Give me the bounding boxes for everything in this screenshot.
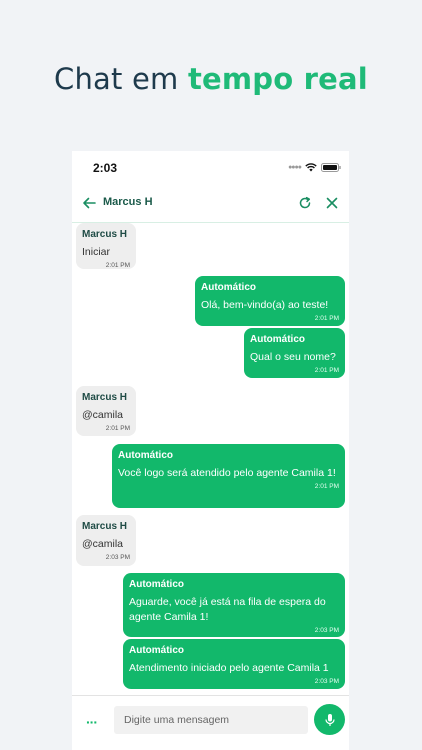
signal-icon: ●●●● <box>288 164 302 171</box>
message-time: 2:01 PM <box>314 483 339 490</box>
message-sender: Automático <box>250 334 305 345</box>
promo-headline: Chat em tempo real <box>0 62 422 96</box>
message-text: Qual o seu nome? <box>250 351 336 363</box>
message-time: 2:03 PM <box>105 554 130 561</box>
status-icons: ●●●● <box>288 163 341 172</box>
message-text: Você logo será atendido pelo agente Cami… <box>118 467 336 479</box>
message-bubble-incoming: Marcus H @camila 2:03 PM <box>76 515 136 566</box>
message-time: 2:03 PM <box>314 627 339 634</box>
message-bubble-outgoing: Automático Olá, bem-vindo(a) ao teste! 2… <box>195 276 345 326</box>
message-time: 2:01 PM <box>314 367 339 374</box>
message-bubble-incoming: Marcus H @camila 2:01 PM <box>76 386 136 436</box>
message-sender: Automático <box>201 282 256 293</box>
message-sender: Automático <box>118 450 173 461</box>
wifi-icon <box>305 163 317 172</box>
refresh-icon[interactable] <box>298 196 312 210</box>
microphone-button[interactable] <box>314 704 345 735</box>
microphone-icon <box>324 713 335 726</box>
battery-icon <box>321 163 341 172</box>
message-time: 2:01 PM <box>105 262 130 269</box>
phone-screen: 2:03 ●●●● Marcus H Marcus H Iniciar 2:01… <box>72 151 349 750</box>
headline-prefix: Chat em <box>54 62 188 96</box>
message-bubble-outgoing: Automático Aguarde, você já está na fila… <box>123 573 345 637</box>
contact-name: Marcus H <box>103 196 153 208</box>
message-sender: Automático <box>129 645 184 656</box>
status-time: 2:03 <box>93 161 118 175</box>
message-text: Atendimento iniciado pelo agente Camila … <box>129 662 329 674</box>
message-bubble-incoming: Marcus H Iniciar 2:01 PM <box>76 223 136 269</box>
message-input[interactable] <box>114 706 308 734</box>
message-bubble-outgoing: Automático Atendimento iniciado pelo age… <box>123 639 345 689</box>
message-text: Iniciar <box>82 246 111 258</box>
back-arrow-icon[interactable] <box>82 196 96 210</box>
status-bar: 2:03 ●●●● <box>72 151 349 185</box>
message-time: 2:01 PM <box>314 315 339 322</box>
headline-accent: tempo real <box>187 62 368 96</box>
message-bubble-outgoing: Automático Você logo será atendido pelo … <box>112 444 345 508</box>
message-time: 2:01 PM <box>105 425 130 432</box>
message-composer: ··· <box>72 695 349 750</box>
message-text: @camila <box>82 409 124 421</box>
message-text: @camila <box>82 538 124 550</box>
message-sender: Marcus H <box>82 392 128 403</box>
chat-header: Marcus H <box>72 185 349 223</box>
message-time: 2:03 PM <box>314 678 339 685</box>
message-sender: Marcus H <box>82 229 128 240</box>
message-text: Aguarde, você já está na fila de espera … <box>129 596 326 623</box>
message-sender: Automático <box>129 579 184 590</box>
close-icon[interactable] <box>325 196 339 210</box>
message-sender: Marcus H <box>82 521 128 532</box>
message-list: Marcus H Iniciar 2:01 PM Automático Olá,… <box>72 223 349 695</box>
message-bubble-outgoing: Automático Qual o seu nome? 2:01 PM <box>244 328 345 378</box>
message-text: Olá, bem-vindo(a) ao teste! <box>201 299 329 311</box>
more-options-icon[interactable]: ··· <box>86 714 98 730</box>
